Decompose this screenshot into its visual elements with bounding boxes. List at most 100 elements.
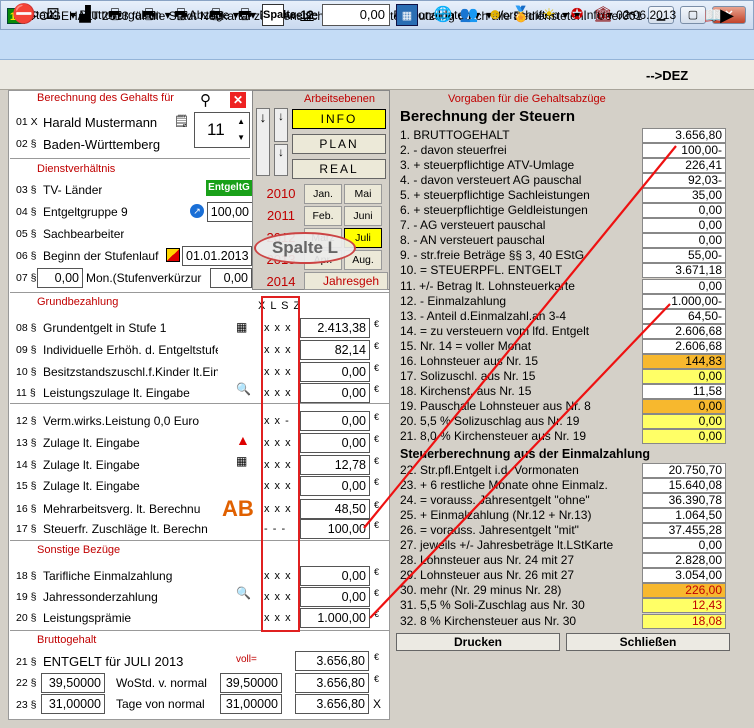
grund-row-label: Zulage lt. Eingabe (43, 479, 140, 493)
calculator-icon[interactable]: ▦ (396, 4, 418, 26)
dez-button[interactable]: -->DEZ (646, 68, 688, 83)
steuer-row-value: 0,00 (642, 233, 726, 249)
einmal-row-value: 226,00 (642, 583, 726, 599)
arrow-icon[interactable]: ↗ (190, 204, 204, 218)
table-icon[interactable]: ▦ (236, 320, 247, 334)
level-info-button[interactable]: INFO (292, 109, 386, 129)
entgelt-tag[interactable]: EntgeltG (206, 180, 252, 196)
steuer-row-label: 3. + steuerpflichtige ATV-Umlage (400, 158, 575, 173)
year-2014[interactable]: 2014 (262, 272, 300, 292)
face-icon[interactable]: ☻ (484, 4, 506, 26)
arrow-down-button-2[interactable]: ↓ (274, 108, 288, 142)
voll-tag: voll= (236, 654, 257, 665)
printer-icon[interactable]: 🖶 (104, 4, 126, 26)
flag-icon[interactable] (166, 248, 180, 262)
grund-row-value[interactable]: 0,00 (300, 433, 370, 453)
jahresgehalt-button[interactable]: Jahresgeh (304, 272, 388, 290)
printer-icon-2[interactable]: 🖶 (138, 4, 160, 26)
grund-row-num: 16 § (16, 503, 37, 515)
spin-down-icon[interactable]: ▼ (237, 131, 245, 145)
grund-row-value[interactable]: 12,78 (300, 455, 370, 475)
sun-icon[interactable]: ☀ (538, 4, 560, 26)
tage-label: Tage von normal (116, 697, 205, 711)
chart-icon[interactable]: ▟ (74, 4, 96, 26)
toolbar-value-field[interactable]: 0,00 (322, 4, 390, 26)
person-number-field[interactable]: 11 ▲ ▼ (194, 112, 250, 148)
maximize-button[interactable]: ▢ (680, 6, 706, 24)
einmal-row-value: 36.390,78 (642, 493, 726, 509)
spin-up-icon[interactable]: ▲ (237, 115, 245, 129)
printer-icon-3[interactable]: 🖶 (170, 4, 192, 26)
month-jan[interactable]: Jan. (304, 184, 342, 204)
entgeltgruppe-label: Entgeltgruppe 9 (43, 205, 128, 219)
grund-row-label: Zulage lt. Eingabe (43, 436, 140, 450)
magnifier-icon[interactable]: 🔍 (236, 382, 251, 396)
arrow-down-button[interactable]: ↓ (256, 108, 270, 176)
euro-sign: € (374, 520, 380, 530)
grund-row-value[interactable]: 0,00 (300, 476, 370, 496)
grund-row-label: Besitzstandszuschl.f.Kinder lt.Ein (43, 365, 218, 379)
twelve-icon[interactable]: 12 (296, 4, 318, 26)
stop-icon[interactable]: ⛔ (12, 4, 36, 26)
stufenlauf-date[interactable]: 01.01.2013 (182, 246, 252, 266)
steuer-row-value: 1.000,00- (642, 293, 726, 309)
print-button[interactable]: Drucken (396, 633, 560, 651)
grund-row-label: Verm.wirks.Leistung 0,0 Euro (43, 414, 200, 428)
printer-icon-5[interactable]: 🖶 (234, 4, 256, 26)
medal-icon[interactable]: ✪ (566, 4, 588, 26)
spalte-button[interactable]: Spalte (262, 4, 296, 26)
sonst-row-value[interactable]: 1.000,00 (300, 608, 370, 628)
binoculars-icon[interactable]: ⚲ (200, 91, 211, 109)
warning-icon[interactable]: ▲ (236, 432, 250, 448)
grund-row-value[interactable]: 0,00 (300, 411, 370, 431)
grund-row-value[interactable]: 48,50 (300, 499, 370, 519)
steuer-row-label: 21. 8,0 % Kirchensteuer aus Nr. 19 (400, 429, 587, 443)
magnifier-icon-2[interactable]: 🔍 (236, 586, 251, 600)
steuer-row-value: 11,58 (642, 383, 726, 399)
divider (10, 630, 390, 631)
delete-icon[interactable]: ✕ (230, 92, 246, 108)
year-2011[interactable]: 2011 (262, 206, 300, 226)
grund-row-num: 08 § (16, 322, 37, 334)
divider (10, 292, 390, 293)
grund-row-value[interactable]: 82,14 (300, 340, 370, 360)
award-icon[interactable]: 🏅 (510, 4, 532, 26)
entgeltgruppe-percent[interactable]: 100,00 (207, 202, 253, 222)
printer-icon-4[interactable]: 🖶 (205, 4, 227, 26)
people-icon[interactable]: 👥 (458, 4, 480, 26)
globe-icon[interactable]: 🌐 (432, 4, 454, 26)
year-2010[interactable]: 2010 (262, 184, 300, 204)
position-label: Sachbearbeiter (43, 227, 125, 241)
tage-normal[interactable]: 31,00000 (220, 694, 282, 714)
einmal-row-value: 20.750,70 (642, 463, 726, 478)
bank-icon[interactable]: 🏛 (592, 4, 614, 26)
steuer-row-value: 100,00- (642, 143, 726, 159)
grund-row-value[interactable]: 100,00 (300, 519, 370, 539)
wostd-normal[interactable]: 39,50000 (220, 673, 282, 693)
sonst-row-label: Jahressonderzahlung (43, 590, 158, 604)
level-real-button[interactable]: REAL (292, 159, 386, 179)
sonst-row-value[interactable]: 0,00 (300, 566, 370, 586)
month-mai[interactable]: Mai (344, 184, 382, 204)
level-plan-button[interactable]: PLAN (292, 134, 386, 154)
month-juni[interactable]: Juni (344, 206, 382, 226)
play-icon[interactable]: ▶ (716, 4, 738, 26)
ab-icon[interactable]: AB (222, 496, 254, 522)
stufenverkuerzung-field[interactable]: 0,00 (210, 268, 252, 288)
chart-small-icon[interactable]: ▦ (236, 454, 247, 468)
einmalzahlung-title: Steuerberechnung aus der Einmalzahlung (400, 447, 651, 461)
tage-input[interactable]: 31,00000 (41, 694, 105, 714)
grund-row-value[interactable]: 0,00 (300, 383, 370, 403)
sonst-row-value[interactable]: 0,00 (300, 587, 370, 607)
wostd-input[interactable]: 39,50000 (41, 673, 105, 693)
tage-x-marker[interactable]: X (373, 697, 381, 711)
grund-row-value[interactable]: 2.413,38 (300, 318, 370, 338)
month-feb[interactable]: Feb. (304, 206, 342, 226)
grund-row-value[interactable]: 0,00 (300, 362, 370, 382)
dice-icon[interactable]: ⚄ (42, 4, 64, 26)
note-icon[interactable]: 🗒 (174, 114, 189, 128)
tool-icon[interactable]: ✂ (620, 4, 642, 26)
close-dialog-button[interactable]: Schließen (566, 633, 730, 651)
arrow-down-button-3[interactable]: ↓ (274, 144, 288, 176)
stufen-months-field[interactable]: 0,00 (37, 268, 83, 288)
